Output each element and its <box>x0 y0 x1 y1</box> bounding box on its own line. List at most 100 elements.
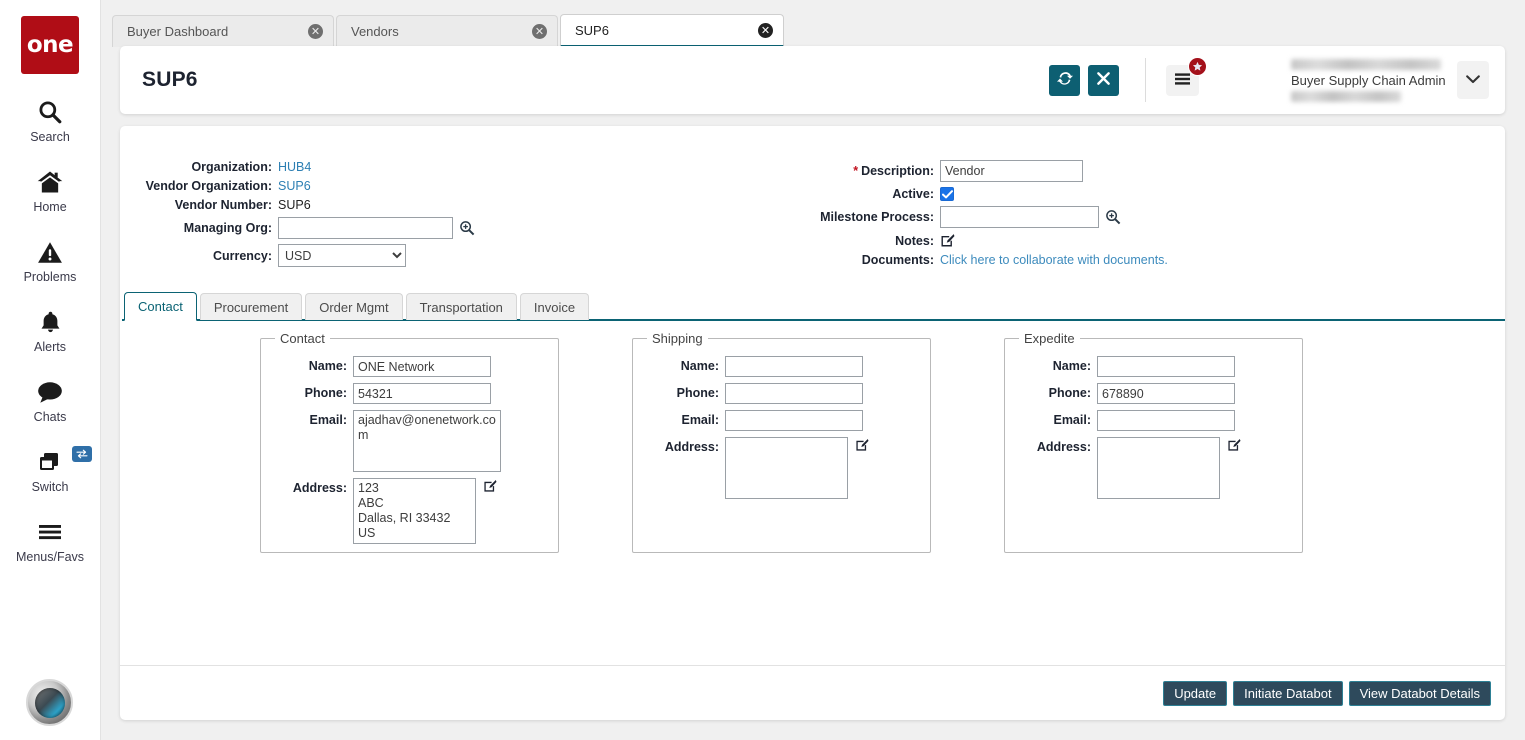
milestone-label: Milestone Process: <box>820 210 940 224</box>
edit-pencil-icon[interactable] <box>855 437 869 452</box>
sidebar-item-search[interactable]: Search <box>0 96 100 144</box>
edit-pencil-icon[interactable] <box>1227 437 1241 452</box>
tab-label: Invoice <box>534 300 575 315</box>
sidebar-item-alerts[interactable]: Alerts <box>0 306 100 354</box>
sidebar-item-switch[interactable]: Switch <box>0 446 100 494</box>
sidebar-label-chats: Chats <box>34 410 67 424</box>
field-vendor-organization: Vendor Organization: SUP6 <box>120 179 590 193</box>
expedite-email-input[interactable] <box>1097 410 1235 431</box>
sidebar-label-alerts: Alerts <box>34 340 66 354</box>
tab-close-icon[interactable]: ✕ <box>308 24 323 39</box>
tab-transportation[interactable]: Transportation <box>406 293 517 320</box>
contact-address-input[interactable] <box>353 478 476 544</box>
sidebar-label-menus-favs: Menus/Favs <box>16 550 84 564</box>
tab-label: Contact <box>138 299 183 314</box>
shipping-phone-row: Phone: <box>645 383 918 404</box>
description-input[interactable] <box>940 160 1083 182</box>
organization-link[interactable]: HUB4 <box>278 160 311 174</box>
documents-label: Documents: <box>820 253 940 267</box>
header-menu-button[interactable] <box>1166 65 1199 96</box>
sidebar-item-chats[interactable]: Chats <box>0 376 100 424</box>
field-label: Organization: <box>120 160 278 174</box>
contact-name-row: Name: <box>273 356 546 377</box>
field-currency: Currency: USD <box>120 244 590 267</box>
expedite-address-input[interactable] <box>1097 437 1220 499</box>
browser-tab-strip: Buyer Dashboard ✕ Vendors ✕ SUP6 ✕ <box>112 14 1525 47</box>
field-label: Name: <box>1017 356 1097 373</box>
field-notes: Notes: <box>820 233 1340 248</box>
managing-org-lookup-icon[interactable] <box>459 220 475 236</box>
active-checkbox[interactable] <box>940 187 954 201</box>
milestone-process-input[interactable] <box>940 206 1099 228</box>
close-button[interactable] <box>1088 65 1119 96</box>
tab-procurement[interactable]: Procurement <box>200 293 302 320</box>
field-label: *Description: <box>820 164 940 178</box>
contact-name-input[interactable] <box>353 356 491 377</box>
sidebar-item-home[interactable]: Home <box>0 166 100 214</box>
user-menu[interactable]: Buyer Supply Chain Admin <box>1291 57 1489 104</box>
contact-phone-input[interactable] <box>353 383 491 404</box>
shipping-email-input[interactable] <box>725 410 863 431</box>
shipping-address-input[interactable] <box>725 437 848 499</box>
app-root: one Search Home Problems Alerts <box>0 0 1525 740</box>
currency-select[interactable]: USD <box>278 244 406 267</box>
user-avatar[interactable] <box>26 679 73 726</box>
panel-title: Shipping <box>647 331 708 346</box>
contact-email-row: Email: <box>273 410 546 472</box>
window-tab-vendors[interactable]: Vendors ✕ <box>336 15 558 47</box>
window-tab-sup6[interactable]: SUP6 ✕ <box>560 14 784 47</box>
hamburger-icon <box>36 516 64 548</box>
tab-close-icon[interactable]: ✕ <box>758 23 773 38</box>
tab-invoice[interactable]: Invoice <box>520 293 589 320</box>
vendor-number-value: SUP6 <box>278 198 311 212</box>
user-menu-toggle[interactable] <box>1457 61 1489 99</box>
tab-label: Procurement <box>214 300 288 315</box>
window-tab-buyer-dashboard[interactable]: Buyer Dashboard ✕ <box>112 15 334 47</box>
field-organization: Organization: HUB4 <box>120 160 590 174</box>
tab-contact[interactable]: Contact <box>124 292 197 321</box>
panel-title: Expedite <box>1019 331 1080 346</box>
sidebar-label-search: Search <box>30 130 70 144</box>
panel-shipping: Shipping Name: Phone: Email: Address <box>632 331 931 553</box>
tab-order-mgmt[interactable]: Order Mgmt <box>305 293 402 320</box>
tab-close-icon[interactable]: ✕ <box>532 24 547 39</box>
vendor-organization-link[interactable]: SUP6 <box>278 179 311 193</box>
documents-collaborate-link[interactable]: Click here to collaborate with documents… <box>940 253 1168 267</box>
field-label: Name: <box>645 356 725 373</box>
field-label: Address: <box>1017 437 1097 454</box>
field-label: Email: <box>1017 410 1097 427</box>
shipping-address-row: Address: <box>645 437 918 499</box>
contact-email-input[interactable] <box>353 410 501 472</box>
user-name-redacted <box>1291 59 1441 70</box>
shipping-email-row: Email: <box>645 410 918 431</box>
field-label: Phone: <box>273 383 353 400</box>
edit-pencil-icon[interactable] <box>940 233 955 248</box>
form-column-left: Organization: HUB4 Vendor Organization: … <box>120 160 590 272</box>
milestone-lookup-icon[interactable] <box>1105 209 1121 225</box>
main-area: Buyer Dashboard ✕ Vendors ✕ SUP6 ✕ SUP6 <box>100 0 1525 740</box>
shipping-phone-input[interactable] <box>725 383 863 404</box>
sidebar-item-problems[interactable]: Problems <box>0 236 100 284</box>
form-column-right: *Description: Active: Milestone Process: <box>820 160 1340 272</box>
sidebar-item-menus-favs[interactable]: Menus/Favs <box>0 516 100 564</box>
managing-org-input[interactable] <box>278 217 453 239</box>
field-documents: Documents: Click here to collaborate wit… <box>820 253 1340 267</box>
expedite-name-input[interactable] <box>1097 356 1235 377</box>
initiate-databot-button[interactable]: Initiate Databot <box>1233 681 1342 706</box>
required-marker: * <box>853 164 858 178</box>
edit-pencil-icon[interactable] <box>483 478 497 493</box>
field-description: *Description: <box>820 160 1340 182</box>
one-network-logo: one <box>21 16 79 74</box>
update-button[interactable]: Update <box>1163 681 1227 706</box>
view-databot-details-button[interactable]: View Databot Details <box>1349 681 1491 706</box>
home-icon <box>36 166 64 198</box>
window-tab-label: SUP6 <box>575 23 758 38</box>
expedite-phone-input[interactable] <box>1097 383 1235 404</box>
field-milestone-process: Milestone Process: <box>820 206 1340 228</box>
shipping-name-input[interactable] <box>725 356 863 377</box>
user-info: Buyer Supply Chain Admin <box>1291 57 1443 104</box>
swap-arrows-icon[interactable] <box>72 446 92 462</box>
refresh-button[interactable] <box>1049 65 1080 96</box>
user-role-label: Buyer Supply Chain Admin <box>1291 73 1446 88</box>
field-label: Address: <box>645 437 725 454</box>
